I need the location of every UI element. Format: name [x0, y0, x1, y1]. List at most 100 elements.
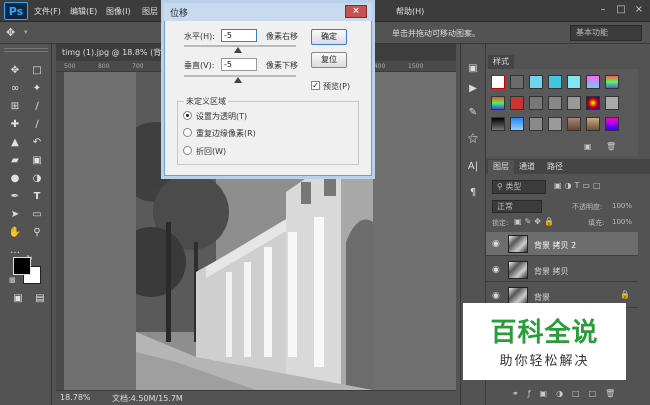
eyedropper-icon[interactable]: ∕ — [27, 98, 47, 115]
zoom-level[interactable]: 18.78% — [60, 393, 91, 402]
close-window-icon[interactable]: × — [632, 3, 646, 17]
lasso-icon[interactable]: ∞ — [5, 80, 25, 97]
style-swatch[interactable] — [491, 117, 505, 131]
menu-help[interactable]: 帮助(H) — [396, 6, 424, 17]
layer-row[interactable]: ◉ 背景 拷贝 — [486, 258, 638, 282]
horizontal-slider-thumb[interactable] — [234, 47, 242, 53]
minimize-icon[interactable]: – — [596, 3, 610, 17]
option-transparent: 设置为透明(T) — [196, 112, 248, 121]
shape-icon[interactable]: ▭ — [27, 206, 47, 223]
clone-stamp-icon[interactable]: ▲ — [5, 134, 25, 151]
workspace-select[interactable]: 基本功能 — [570, 25, 642, 41]
style-swatch[interactable] — [586, 96, 600, 110]
style-swatch[interactable] — [586, 117, 600, 131]
pen-icon[interactable]: ✒ — [5, 188, 25, 205]
radio-wrap[interactable] — [183, 146, 192, 155]
paragraph-panel-icon[interactable]: ¶ — [463, 184, 483, 202]
style-swatch[interactable] — [567, 96, 581, 110]
style-none-swatch[interactable] — [491, 75, 505, 89]
hand-icon[interactable]: ✋ — [5, 224, 25, 241]
style-swatch[interactable] — [510, 75, 524, 89]
history-icon[interactable]: ▣ — [463, 60, 483, 78]
menu-layer[interactable]: 图层 — [142, 6, 158, 17]
style-swatch[interactable] — [529, 75, 543, 89]
ruler-tick: 1500 — [408, 63, 424, 70]
style-swatch[interactable] — [548, 75, 562, 89]
lock-label: 锁定: — [492, 219, 509, 227]
style-swatch[interactable] — [510, 117, 524, 131]
style-swatch[interactable] — [567, 117, 581, 131]
vertical-unit: 像素下移 — [266, 61, 298, 70]
vertical-offset-input[interactable]: -5 — [221, 58, 257, 71]
character-panel-icon[interactable]: A| — [463, 158, 483, 176]
style-swatch[interactable] — [567, 75, 581, 89]
style-swatch[interactable] — [605, 117, 619, 131]
style-swatch[interactable] — [510, 96, 524, 110]
lock-icons[interactable]: ▣✎✥🔒 — [514, 217, 557, 226]
tab-channels[interactable]: 通道 — [514, 160, 540, 174]
dodge-icon[interactable]: ◑ — [27, 170, 47, 187]
style-swatch[interactable] — [605, 75, 619, 89]
opacity-value[interactable]: 100% — [612, 202, 632, 210]
vertical-slider-thumb[interactable] — [234, 77, 242, 83]
layer-name: 背景 拷贝 2 — [534, 241, 577, 250]
gradient-icon[interactable]: ▣ — [27, 152, 47, 169]
eye-icon[interactable]: ◉ — [492, 291, 500, 301]
eraser-icon[interactable]: ▰ — [5, 152, 25, 169]
brush-panel-icon[interactable]: ✎ — [463, 104, 483, 122]
style-swatch[interactable] — [586, 75, 600, 89]
eye-icon[interactable]: ◉ — [492, 239, 500, 249]
move-tool-icon[interactable]: ✥ — [6, 26, 15, 39]
menu-file[interactable]: 文件(F) — [34, 6, 61, 17]
style-swatch[interactable] — [491, 96, 505, 110]
new-style-icon[interactable]: ▣ — [584, 142, 592, 151]
healing-brush-icon[interactable]: ✚ — [5, 116, 25, 133]
history-brush-icon[interactable]: ↶ — [27, 134, 47, 151]
style-swatch[interactable] — [548, 96, 562, 110]
eye-icon[interactable]: ◉ — [492, 265, 500, 275]
preview-checkbox[interactable]: ✓ — [311, 81, 320, 90]
blur-icon[interactable]: ● — [5, 170, 25, 187]
layer-kind-filter[interactable]: ⚲ 类型 — [492, 180, 546, 194]
marquee-icon[interactable]: □ — [27, 62, 47, 79]
close-icon[interactable]: × — [345, 5, 367, 18]
blend-mode-select[interactable]: 正常 — [492, 200, 542, 213]
tab-styles[interactable]: 样式 — [488, 55, 514, 69]
quick-select-icon[interactable]: ✦ — [27, 80, 47, 97]
style-swatch[interactable] — [529, 117, 543, 131]
type-icon[interactable]: T — [27, 188, 47, 205]
reset-button[interactable]: 复位 — [311, 52, 347, 68]
path-select-icon[interactable]: ➤ — [5, 206, 25, 223]
layer-row[interactable]: ◉ 背景 拷贝 2 — [486, 232, 638, 256]
zoom-icon[interactable]: ⚲ — [27, 224, 47, 241]
fill-value[interactable]: 100% — [612, 218, 632, 226]
layer-footer-icons[interactable]: ⚭ƒ▣◑□□🗑 — [512, 389, 624, 398]
style-swatch[interactable] — [548, 117, 562, 131]
radio-repeat-edge[interactable] — [183, 128, 192, 137]
default-colors-icon[interactable]: ▩ — [9, 276, 18, 285]
crop-icon[interactable]: ⊞ — [5, 98, 25, 115]
menu-image[interactable]: 图像(I) — [106, 6, 131, 17]
menu-edit[interactable]: 编辑(E) — [70, 6, 97, 17]
delete-style-icon[interactable]: 🗑 — [606, 142, 616, 151]
actions-play-icon[interactable]: ▶ — [463, 80, 483, 98]
foreground-color-swatch[interactable] — [13, 257, 31, 275]
horizontal-offset-input[interactable]: -5 — [221, 29, 257, 42]
tab-paths[interactable]: 路径 — [542, 160, 568, 174]
quick-mask-icon[interactable]: ▣ — [8, 290, 28, 307]
dialog-titlebar[interactable] — [164, 3, 372, 21]
horizontal-unit: 像素右移 — [266, 32, 298, 41]
style-swatch[interactable] — [605, 96, 619, 110]
move-icon[interactable]: ✥ — [5, 62, 25, 79]
radio-transparent[interactable] — [183, 111, 192, 120]
style-swatch[interactable] — [529, 96, 543, 110]
chevron-down-icon[interactable]: ▾ — [24, 28, 28, 36]
ok-button[interactable]: 确定 — [311, 29, 347, 45]
layer-filter-icons[interactable]: ▣◑T▭□ — [554, 181, 604, 190]
maximize-icon[interactable]: □ — [614, 3, 628, 17]
brush-icon[interactable]: ∕ — [27, 116, 47, 133]
screen-mode-icon[interactable]: ▤ — [30, 290, 50, 307]
toolbox-grip[interactable] — [4, 48, 48, 52]
tab-layers[interactable]: 图层 — [488, 160, 514, 174]
clone-source-icon[interactable]: ⚝ — [463, 130, 483, 148]
